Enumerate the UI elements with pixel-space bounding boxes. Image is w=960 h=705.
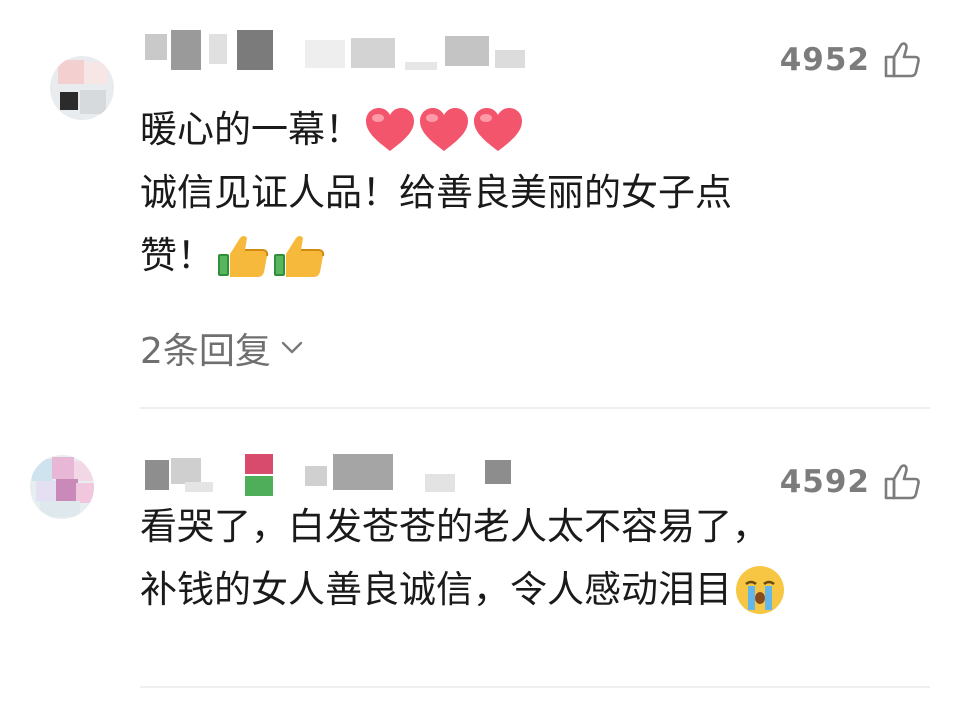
avatar[interactable] (50, 56, 114, 120)
thumbs-up-emoji (274, 235, 325, 277)
username-pixelated[interactable] (145, 28, 535, 78)
comment-line: 赞！ (140, 234, 214, 277)
like-count: 4952 (779, 42, 870, 78)
avatar[interactable] (30, 455, 94, 519)
comment-line: 暖心的一幕！ (140, 108, 362, 151)
heart-emoji (474, 107, 522, 151)
crying-face-emoji (736, 565, 784, 614)
like-area[interactable]: 4952 (780, 40, 922, 80)
comment-item: 4952 暖心的一幕！ 诚信见证人品！给善良美丽的女子点 赞！ 2条回复 (0, 0, 960, 408)
reply-count-label: 2条回复 (140, 331, 271, 372)
thumbs-up-outline-icon[interactable] (882, 40, 922, 80)
divider (140, 686, 930, 688)
chevron-down-icon (281, 341, 303, 354)
heart-emoji (420, 107, 468, 151)
divider (140, 407, 930, 409)
comment-line: 看哭了，白发苍苍的老人太不容易了， (140, 505, 769, 548)
heart-emoji (366, 107, 414, 151)
comment-item: 4592 看哭了，白发苍苍的老人太不容易了， 补钱的女人善良诚信，令人感动泪目 (0, 410, 960, 705)
view-replies-button[interactable]: 2条回复 (140, 322, 303, 374)
thumbs-up-emoji (218, 235, 269, 277)
comment-text: 看哭了，白发苍苍的老人太不容易了， 补钱的女人善良诚信，令人感动泪目 (140, 495, 930, 621)
comment-text: 暖心的一幕！ 诚信见证人品！给善良美丽的女子点 赞！ (140, 98, 930, 287)
comment-line: 诚信见证人品！给善良美丽的女子点 (140, 171, 732, 214)
comment-line: 补钱的女人善良诚信，令人感动泪目 (140, 568, 732, 611)
